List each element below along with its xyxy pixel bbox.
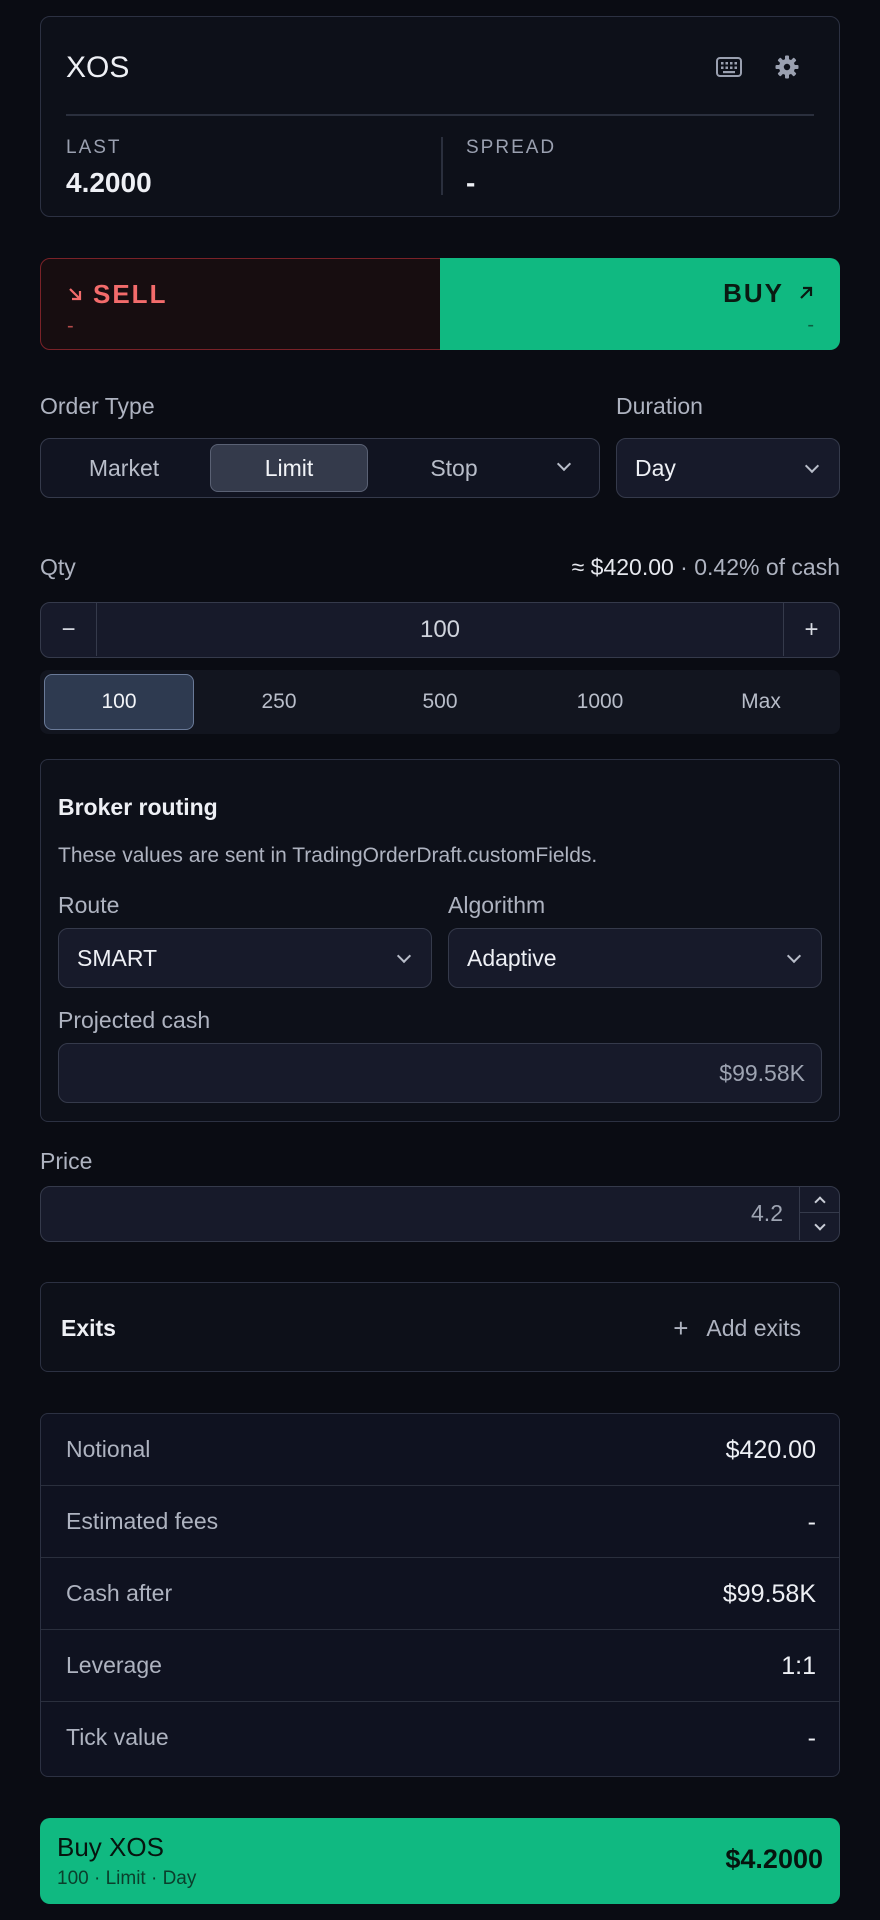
algorithm-value: Adaptive xyxy=(467,944,557,971)
route-value: SMART xyxy=(77,944,158,971)
order-type-label: Order Type xyxy=(40,393,155,419)
qty-preset-1000[interactable]: 1000 xyxy=(525,674,675,730)
summary-value: 1:1 xyxy=(781,1652,816,1680)
summary-row-fees: Estimated fees - xyxy=(41,1486,839,1558)
projected-cash-field: $99.58K xyxy=(58,1043,822,1103)
qty-label: Qty xyxy=(40,554,76,580)
summary-label: Tick value xyxy=(66,1724,169,1750)
price-label: Price xyxy=(40,1148,93,1174)
order-type-selector: Market Limit Stop xyxy=(40,438,600,498)
price-spinner xyxy=(799,1187,840,1240)
price-value: 4.2 xyxy=(751,1200,783,1226)
submit-title: Buy XOS xyxy=(57,1832,164,1862)
chevron-down-icon xyxy=(786,948,802,964)
spread-value: - xyxy=(466,167,476,198)
duration-value: Day xyxy=(635,454,676,481)
summary-row-cash-after: Cash after $99.58K xyxy=(41,1558,839,1630)
sell-label: SELL xyxy=(93,279,168,309)
buy-price: - xyxy=(807,314,814,336)
buy-label-row: BUY xyxy=(723,278,814,309)
arrow-down-right-icon xyxy=(69,288,82,301)
chevron-down-icon[interactable] xyxy=(556,456,572,472)
chevron-down-icon xyxy=(804,458,820,474)
sell-price: - xyxy=(67,315,74,337)
gear-icon[interactable] xyxy=(771,51,803,83)
summary-value: $99.58K xyxy=(722,1580,816,1608)
algorithm-select[interactable]: Adaptive xyxy=(448,928,822,988)
last-value: 4.2000 xyxy=(66,167,152,198)
add-exits-button[interactable]: + Add exits xyxy=(673,1311,801,1345)
sell-button[interactable]: SELL - xyxy=(40,258,441,350)
order-summary: Notional $420.00 Estimated fees - Cash a… xyxy=(40,1413,840,1777)
qty-hint-value: ≈ $420.00 xyxy=(571,554,674,580)
broker-routing-panel: Broker routing These values are sent in … xyxy=(40,759,840,1122)
summary-label: Leverage xyxy=(66,1652,162,1678)
price-decrement-button[interactable] xyxy=(800,1214,840,1240)
chevron-down-icon xyxy=(814,1218,826,1231)
summary-label: Estimated fees xyxy=(66,1508,219,1534)
broker-routing-description: These values are sent in TradingOrderDra… xyxy=(58,844,598,867)
summary-label: Notional xyxy=(66,1436,151,1462)
quantity-stepper: − 100 + xyxy=(40,602,840,658)
qty-input[interactable]: 100 xyxy=(97,603,783,656)
add-exits-label: Add exits xyxy=(706,1314,801,1341)
arrow-up-right-icon xyxy=(800,286,813,299)
order-type-stop[interactable]: Stop xyxy=(379,444,529,492)
qty-hint: ≈ $420.00 · 0.42% of cash xyxy=(572,554,840,581)
chevron-down-icon xyxy=(396,948,412,964)
exits-title: Exits xyxy=(61,1315,116,1341)
buy-label: BUY xyxy=(723,278,784,308)
route-label: Route xyxy=(58,892,120,918)
qty-preset-250[interactable]: 250 xyxy=(204,674,354,730)
chevron-up-icon xyxy=(814,1196,826,1208)
qty-presets: 100 250 500 1000 Max xyxy=(40,670,840,734)
order-type-market[interactable]: Market xyxy=(49,444,199,492)
algorithm-label: Algorithm xyxy=(448,892,546,918)
last-label: LAST xyxy=(66,137,122,158)
price-input[interactable]: 4.2 xyxy=(40,1186,840,1242)
summary-label: Cash after xyxy=(66,1580,173,1606)
exits-panel: Exits + Add exits xyxy=(40,1282,840,1372)
instrument-header: XOS LAST 4.2000 SPREAD - xyxy=(40,16,840,217)
summary-row-tick-value: Tick value - xyxy=(41,1702,839,1774)
spread-label: SPREAD xyxy=(466,137,557,158)
qty-preset-max[interactable]: Max xyxy=(686,674,836,730)
qty-decrement-button[interactable]: − xyxy=(41,603,97,656)
plus-icon: + xyxy=(673,1312,689,1343)
route-select[interactable]: SMART xyxy=(58,928,432,988)
duration-label: Duration xyxy=(616,393,703,419)
qty-preset-100[interactable]: 100 xyxy=(44,674,194,730)
qty-hint-extra: · 0.42% of cash xyxy=(673,554,840,580)
summary-value: $420.00 xyxy=(725,1436,816,1464)
buy-button[interactable]: BUY - xyxy=(440,258,840,350)
submit-amount: $4.2000 xyxy=(725,1844,823,1874)
broker-routing-title: Broker routing xyxy=(58,794,218,820)
qty-increment-button[interactable]: + xyxy=(783,603,839,656)
keyboard-icon[interactable] xyxy=(713,51,745,83)
stat-separator xyxy=(441,137,443,195)
order-type-limit[interactable]: Limit xyxy=(210,444,368,492)
submit-meta: 100 · Limit · Day xyxy=(57,1868,197,1889)
summary-row-leverage: Leverage 1:1 xyxy=(41,1630,839,1702)
submit-order-button[interactable]: Buy XOS 100 · Limit · Day $4.2000 xyxy=(40,1818,840,1904)
qty-preset-500[interactable]: 500 xyxy=(365,674,515,730)
summary-value: - xyxy=(807,1724,816,1752)
symbol-title: XOS xyxy=(66,51,130,84)
summary-value: - xyxy=(807,1508,816,1536)
summary-row-notional: Notional $420.00 xyxy=(41,1414,839,1486)
header-divider xyxy=(66,114,814,116)
price-increment-button[interactable] xyxy=(800,1187,840,1213)
duration-select[interactable]: Day xyxy=(616,438,840,498)
sell-label-row: SELL xyxy=(67,279,167,310)
projected-cash-label: Projected cash xyxy=(58,1007,211,1033)
